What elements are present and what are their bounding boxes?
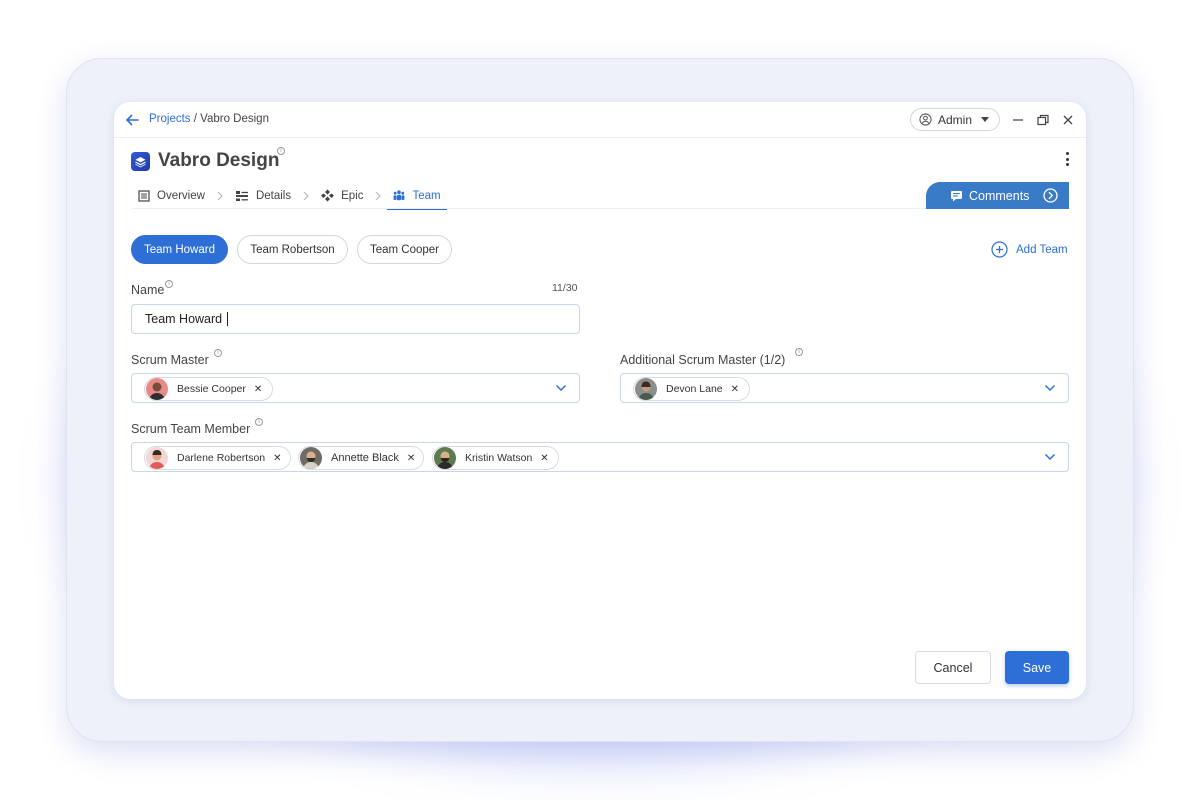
team-chip-howard[interactable]: Team Howard [131, 235, 228, 264]
scrum-master-select[interactable]: Bessie Cooper ✕ [131, 373, 580, 403]
page-title: Vabro Design [158, 150, 280, 171]
avatar [635, 378, 657, 400]
team-chip-cooper[interactable]: Team Cooper [357, 235, 452, 264]
list-icon [138, 189, 150, 202]
team-chip-label: Team Cooper [369, 243, 440, 256]
breadcrumb-projects[interactable]: Projects [149, 113, 191, 125]
chevron-right-icon [211, 182, 229, 209]
chevron-down-icon [1044, 453, 1056, 461]
arrow-right-circle-icon [1043, 188, 1059, 203]
info-icon: i [165, 280, 173, 288]
comment-icon [951, 190, 962, 201]
scrum-team-member-select[interactable]: Darlene Robertson ✕ Annette Black ✕ Kris… [131, 442, 1069, 472]
tab-details-label: Details [255, 189, 292, 202]
person-name: Annette Black [331, 452, 399, 464]
add-team-label: Add Team [1016, 243, 1068, 256]
user-menu[interactable]: Admin [910, 108, 1000, 131]
close-icon[interactable] [1061, 113, 1075, 127]
page-header: Vabro Design [131, 148, 279, 174]
caret-down-icon [981, 117, 990, 122]
person-name: Devon Lane [666, 383, 723, 395]
user-circle-icon [919, 113, 932, 126]
tab-details[interactable]: Details [229, 182, 297, 209]
name-char-counter: 11/30 [552, 282, 578, 294]
save-button[interactable]: Save [1005, 651, 1069, 684]
name-input[interactable] [131, 304, 580, 334]
team-chip-label: Team Robertson [250, 243, 335, 256]
details-icon [235, 190, 248, 201]
text-cursor [227, 312, 228, 326]
tab-epic[interactable]: Epic [315, 182, 369, 209]
chevron-down-icon [555, 384, 567, 392]
breadcrumb: Projects / Vabro Design [149, 113, 269, 125]
name-label: Name [131, 283, 165, 297]
plus-circle-icon [991, 241, 1008, 258]
restore-icon[interactable] [1036, 113, 1050, 127]
add-team-button[interactable]: Add Team [991, 241, 1068, 258]
minimize-icon[interactable] [1011, 113, 1025, 127]
tab-overview-label: Overview [157, 189, 205, 202]
person-chip: Annette Black ✕ [298, 446, 425, 470]
avatar [434, 447, 456, 469]
chevron-right-icon [297, 182, 315, 209]
info-icon: i [214, 349, 222, 357]
avatar [146, 378, 168, 400]
epic-icon [321, 189, 335, 202]
additional-scrum-master-label: Additional Scrum Master (1/2) [620, 353, 786, 367]
additional-scrum-master-select[interactable]: Devon Lane ✕ [620, 373, 1069, 403]
comments-button[interactable]: Comments [926, 182, 1069, 209]
back-arrow-icon[interactable] [123, 111, 141, 129]
chevron-down-icon [1044, 384, 1056, 392]
person-name: Bessie Cooper [177, 383, 246, 395]
remove-icon[interactable]: ✕ [254, 384, 262, 395]
remove-icon[interactable]: ✕ [407, 453, 415, 464]
info-icon: i [795, 348, 803, 356]
person-name: Darlene Robertson [177, 452, 266, 464]
app-window: Projects / Vabro Design Admin Vabro Desi… [114, 102, 1086, 699]
chevron-right-icon [369, 182, 387, 209]
person-chip: Kristin Watson ✕ [432, 446, 559, 470]
team-icon [394, 190, 405, 201]
avatar [146, 447, 168, 469]
remove-icon[interactable]: ✕ [731, 384, 739, 395]
avatar [300, 447, 322, 469]
remove-icon[interactable]: ✕ [273, 453, 281, 464]
project-logo-icon [131, 151, 150, 171]
more-options-icon[interactable] [1060, 150, 1074, 168]
comments-label: Comments [969, 188, 1030, 203]
tab-overview[interactable]: Overview [132, 182, 211, 209]
person-chip: Devon Lane ✕ [633, 377, 751, 401]
info-icon: i [255, 418, 263, 426]
team-chip-robertson[interactable]: Team Robertson [237, 235, 348, 264]
user-menu-label: Admin [938, 112, 973, 127]
tab-epic-label: Epic [341, 189, 364, 202]
scrum-master-label: Scrum Master [131, 353, 209, 367]
scrum-team-member-label: Scrum Team Member [131, 422, 251, 436]
person-chip: Bessie Cooper ✕ [144, 377, 274, 401]
tab-bar: Overview Details Epic Team [132, 182, 447, 210]
person-chip: Darlene Robertson ✕ [144, 446, 291, 470]
breadcrumb-current: Vabro Design [200, 113, 269, 125]
breadcrumb-separator: / [190, 113, 201, 125]
team-chip-label: Team Howard [144, 243, 215, 256]
title-bar: Projects / Vabro Design Admin [114, 102, 1086, 138]
cancel-button[interactable]: Cancel [915, 651, 991, 684]
person-name: Kristin Watson [465, 452, 533, 464]
tab-team-label: Team [412, 189, 441, 202]
info-icon: i [277, 147, 285, 155]
tab-team[interactable]: Team [387, 182, 447, 210]
remove-icon[interactable]: ✕ [540, 453, 548, 464]
